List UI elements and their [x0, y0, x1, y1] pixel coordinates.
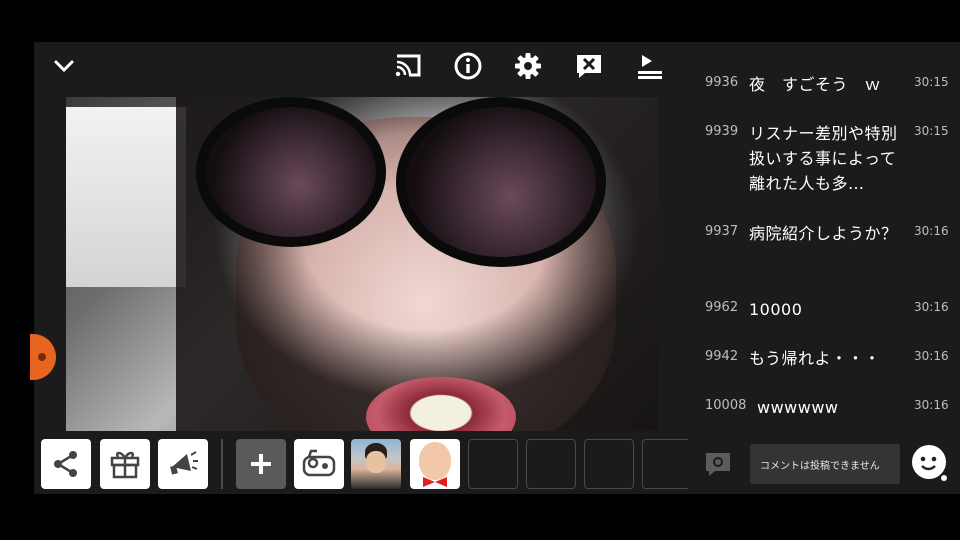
empty-slot[interactable]	[584, 439, 634, 489]
comment-number: 9962	[705, 300, 739, 315]
empty-slot[interactable]	[526, 439, 576, 489]
comment-input[interactable]: コメントは投稿できません	[750, 444, 900, 484]
viewer-avatar[interactable]	[351, 439, 401, 489]
gift-button[interactable]	[100, 439, 150, 489]
megaphone-button[interactable]	[158, 439, 208, 489]
close-comment-icon[interactable]	[573, 50, 605, 82]
comment-time: 30:15	[914, 124, 949, 138]
info-icon[interactable]	[452, 50, 484, 82]
comment-text: 10000	[749, 300, 803, 319]
comment-number: 9936	[705, 75, 739, 90]
comment-time: 30:16	[914, 349, 949, 363]
toolbar-divider	[221, 439, 223, 489]
game-icon	[302, 449, 336, 477]
viewer-avatar[interactable]	[410, 439, 460, 489]
comment-number: 9942	[705, 349, 739, 364]
download-icon[interactable]	[634, 50, 666, 82]
add-button[interactable]	[236, 439, 286, 489]
settings-icon[interactable]	[512, 50, 544, 82]
share-button[interactable]	[41, 439, 91, 489]
comment-number: 9937	[705, 224, 739, 239]
cast-icon[interactable]	[392, 50, 424, 82]
comment-time: 30:15	[914, 75, 949, 89]
chevron-down-icon[interactable]	[50, 52, 78, 80]
comment-settings-icon[interactable]	[703, 450, 733, 478]
comment-text: 夜 すごそう ｗ	[749, 75, 882, 94]
emoji-icon[interactable]	[910, 443, 950, 483]
game-button[interactable]	[294, 439, 344, 489]
share-icon	[54, 451, 77, 477]
comment-text: wwwwww	[757, 398, 839, 417]
comment-time: 30:16	[914, 300, 949, 314]
empty-slot[interactable]	[642, 439, 688, 489]
comment-number: 10008	[705, 398, 747, 413]
gift-icon	[110, 451, 140, 479]
plus-icon	[251, 454, 271, 474]
megaphone-icon	[170, 451, 198, 475]
comment-text: もう帰れよ・・・	[749, 349, 881, 368]
comment-number: 9939	[705, 124, 739, 139]
comment-text: リスナー差別や特別扱いする事によって離れた人も多…	[749, 124, 898, 193]
live-video[interactable]	[66, 97, 658, 431]
comment-time: 30:16	[914, 224, 949, 238]
empty-slot[interactable]	[468, 439, 518, 489]
comment-time: 30:16	[914, 398, 949, 412]
comment-text: 病院紹介しようか？	[749, 224, 898, 243]
